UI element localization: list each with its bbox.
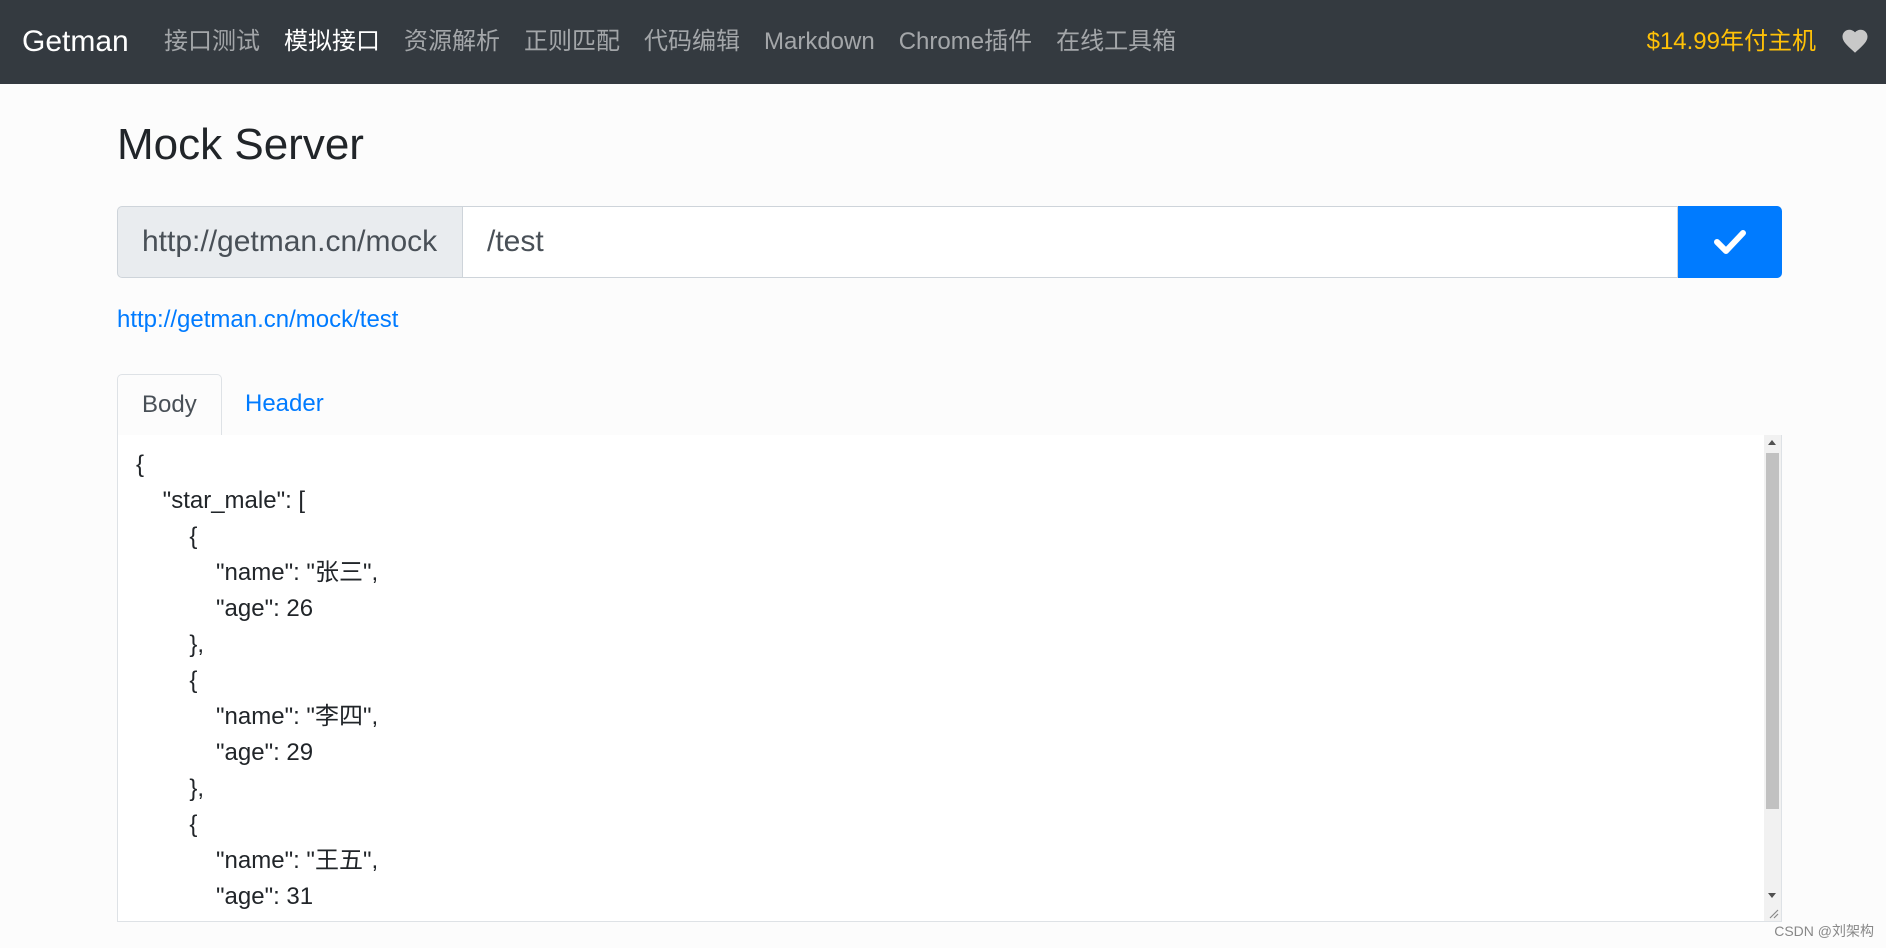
resize-handle-icon[interactable] [1767, 907, 1779, 919]
submit-button[interactable] [1678, 206, 1782, 278]
nav-item-markdown[interactable]: Markdown [764, 22, 875, 62]
watermark: CSDN @刘架构 [1774, 923, 1874, 939]
tab-bar: Body Header [117, 374, 1782, 436]
scrollbar-thumb[interactable] [1766, 453, 1779, 809]
body-text: { "star_male": [ { "name": "张三", "age": … [136, 451, 379, 910]
body-editor[interactable]: { "star_male": [ { "name": "张三", "age": … [117, 435, 1782, 922]
mock-url-input-group: http://getman.cn/mock [117, 206, 1782, 278]
heart-icon[interactable] [1840, 26, 1870, 56]
tab-header[interactable]: Header [221, 374, 348, 436]
url-prefix: http://getman.cn/mock [117, 206, 462, 278]
nav-item-mock-api[interactable]: 模拟接口 [284, 22, 380, 62]
scrollbar[interactable] [1764, 435, 1781, 921]
check-icon [1714, 230, 1746, 254]
nav-item-regex[interactable]: 正则匹配 [524, 22, 620, 62]
path-input[interactable] [462, 206, 1678, 278]
brand-logo[interactable]: Getman [22, 22, 129, 62]
nav-item-chrome-plugin[interactable]: Chrome插件 [899, 22, 1032, 62]
page-title: Mock Server [117, 120, 364, 169]
mock-url-link[interactable]: http://getman.cn/mock/test [117, 304, 398, 336]
navbar: Getman 接口测试 模拟接口 资源解析 正则匹配 代码编辑 Markdown… [0, 0, 1886, 84]
nav-menu: 接口测试 模拟接口 资源解析 正则匹配 代码编辑 Markdown Chrome… [164, 22, 1200, 62]
nav-item-toolbox[interactable]: 在线工具箱 [1056, 22, 1176, 62]
scroll-down-icon[interactable] [1768, 893, 1776, 898]
nav-item-api-test[interactable]: 接口测试 [164, 22, 260, 62]
nav-item-code-editor[interactable]: 代码编辑 [644, 22, 740, 62]
nav-item-resource-parse[interactable]: 资源解析 [404, 22, 500, 62]
tab-body[interactable]: Body [117, 374, 222, 436]
scroll-up-icon[interactable] [1768, 440, 1776, 445]
promo-link[interactable]: $14.99年付主机 [1647, 22, 1816, 62]
